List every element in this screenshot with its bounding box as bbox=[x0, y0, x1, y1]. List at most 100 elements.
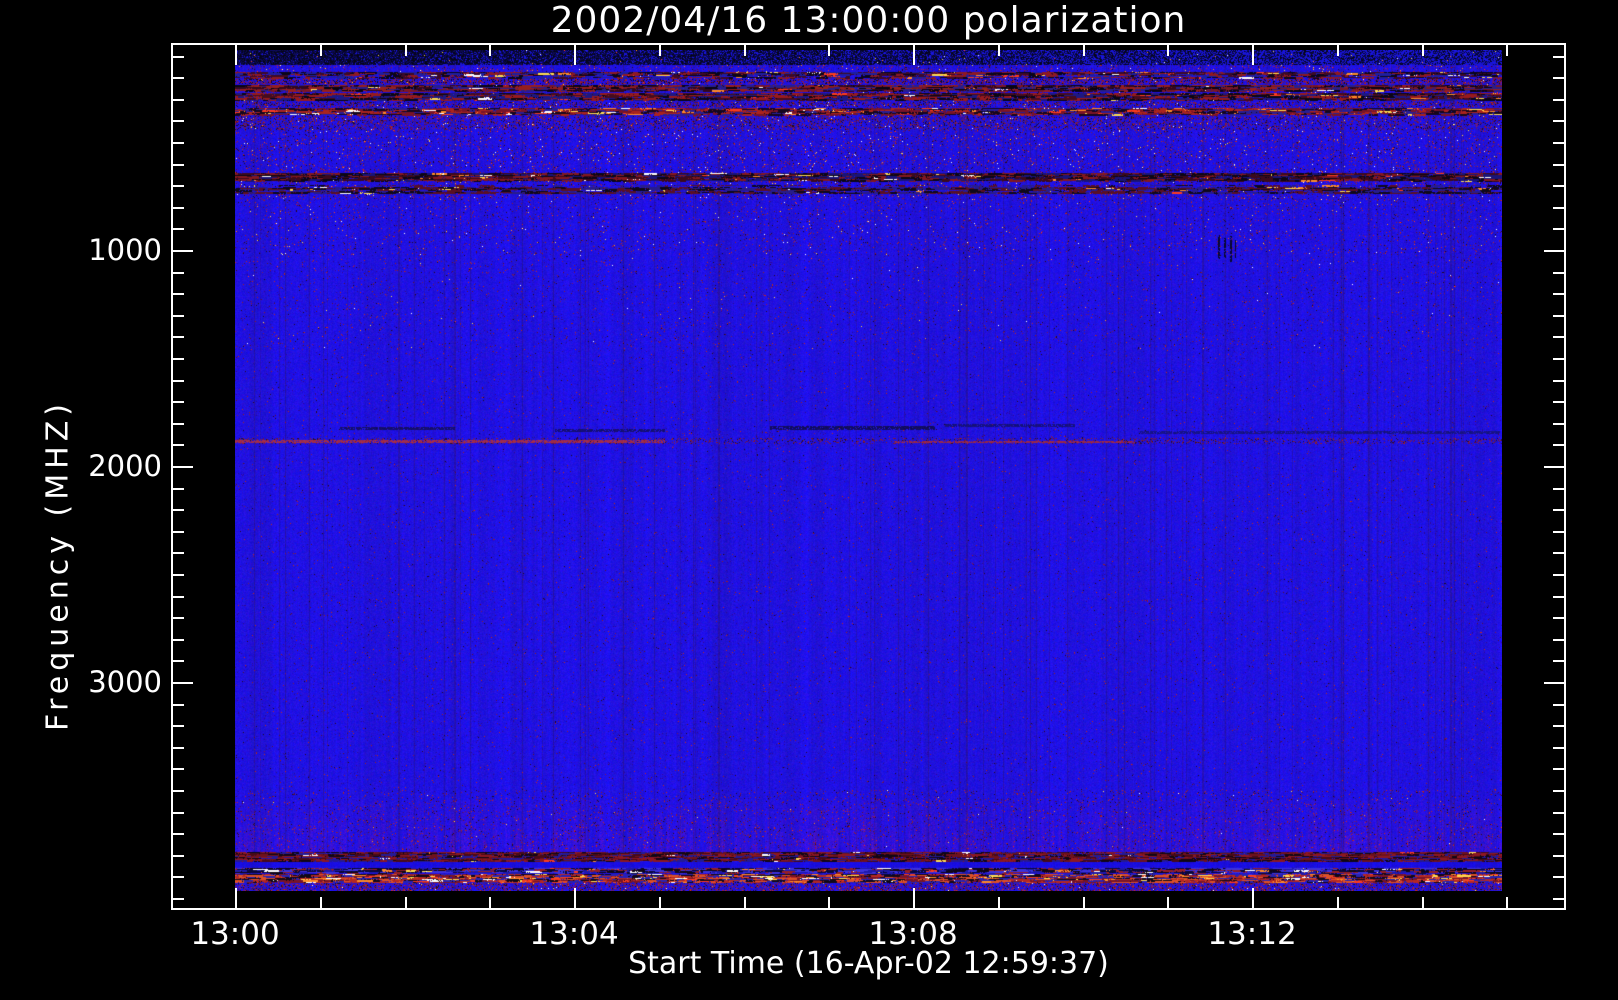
axis-tick bbox=[173, 206, 184, 209]
axis-tick bbox=[1167, 897, 1170, 908]
axis-tick bbox=[319, 897, 322, 908]
axis-tick bbox=[173, 487, 184, 490]
axis-tick bbox=[319, 45, 322, 56]
axis-tick bbox=[173, 617, 184, 620]
axis-tick bbox=[828, 897, 831, 908]
axis-tick bbox=[173, 401, 184, 404]
axis-tick bbox=[1553, 228, 1564, 231]
y-tick-label: 1000 bbox=[88, 233, 162, 267]
axis-tick bbox=[913, 888, 915, 908]
axis-tick bbox=[1553, 768, 1564, 771]
axis-tick bbox=[1506, 45, 1509, 56]
axis-tick bbox=[489, 897, 492, 908]
axis-tick bbox=[173, 790, 184, 792]
axis-tick bbox=[574, 888, 576, 908]
axis-tick bbox=[1553, 660, 1564, 663]
axis-tick bbox=[1553, 314, 1564, 317]
axis-tick bbox=[743, 897, 746, 908]
axis-tick bbox=[1553, 876, 1564, 879]
y-tick-label: 2000 bbox=[88, 449, 162, 483]
axis-tick bbox=[173, 55, 184, 58]
axis-tick bbox=[828, 45, 831, 56]
axis-tick bbox=[1553, 77, 1564, 80]
x-axis-title: Start Time (16-Apr-02 12:59:37) bbox=[628, 946, 1109, 981]
axis-tick bbox=[1553, 530, 1564, 533]
axis-tick bbox=[1544, 466, 1564, 468]
axis-tick bbox=[1553, 833, 1564, 836]
axis-tick bbox=[173, 703, 184, 706]
axis-tick bbox=[1553, 98, 1564, 101]
axis-tick bbox=[235, 45, 237, 65]
axis-tick bbox=[173, 595, 184, 598]
plot-frame bbox=[171, 43, 1566, 910]
axis-tick bbox=[173, 228, 184, 231]
axis-tick bbox=[1553, 703, 1564, 706]
axis-tick bbox=[1553, 725, 1564, 728]
axis-tick bbox=[404, 897, 407, 908]
axis-tick bbox=[1553, 336, 1564, 339]
axis-tick bbox=[173, 271, 184, 274]
axis-tick bbox=[1553, 401, 1564, 404]
axis-tick bbox=[173, 358, 184, 360]
axis-tick bbox=[173, 746, 184, 749]
axis-tick bbox=[173, 314, 184, 317]
axis-tick bbox=[173, 120, 184, 123]
axis-tick bbox=[1553, 790, 1564, 792]
axis-tick bbox=[235, 888, 237, 908]
axis-tick bbox=[1553, 552, 1564, 555]
axis-tick bbox=[173, 854, 184, 857]
axis-tick bbox=[1082, 897, 1085, 908]
axis-tick bbox=[173, 574, 184, 576]
axis-tick bbox=[1544, 682, 1564, 684]
axis-tick bbox=[1553, 185, 1564, 188]
axis-tick bbox=[173, 293, 184, 296]
axis-tick bbox=[489, 45, 492, 56]
axis-tick bbox=[173, 509, 184, 512]
axis-tick bbox=[1553, 509, 1564, 512]
axis-tick bbox=[1553, 746, 1564, 749]
axis-tick bbox=[997, 897, 1000, 908]
axis-tick bbox=[1553, 293, 1564, 296]
spectrogram-page: 2002/04/16 13:00:00 polarization Frequen… bbox=[0, 0, 1618, 1000]
axis-tick bbox=[1553, 617, 1564, 620]
axis-tick bbox=[173, 660, 184, 663]
axis-tick bbox=[404, 45, 407, 56]
axis-tick bbox=[173, 530, 184, 533]
axis-tick bbox=[173, 98, 184, 101]
axis-tick bbox=[1553, 379, 1564, 382]
axis-tick bbox=[1553, 444, 1564, 447]
axis-tick bbox=[574, 45, 576, 65]
axis-tick bbox=[173, 163, 184, 166]
axis-tick bbox=[173, 725, 184, 728]
axis-tick bbox=[1553, 422, 1564, 425]
axis-tick bbox=[1553, 811, 1564, 814]
axis-tick bbox=[1336, 897, 1339, 908]
axis-tick bbox=[997, 45, 1000, 56]
axis-tick bbox=[1167, 45, 1170, 56]
axis-tick bbox=[1252, 888, 1254, 908]
axis-tick bbox=[1336, 45, 1339, 56]
axis-tick bbox=[173, 422, 184, 425]
axis-tick bbox=[1553, 595, 1564, 598]
axis-tick bbox=[1553, 487, 1564, 490]
axis-tick bbox=[1553, 142, 1564, 144]
axis-tick bbox=[173, 185, 184, 188]
axis-tick bbox=[658, 45, 661, 56]
axis-tick bbox=[173, 833, 184, 836]
axis-tick bbox=[173, 379, 184, 382]
axis-tick bbox=[173, 444, 184, 447]
axis-tick bbox=[173, 876, 184, 879]
axis-tick bbox=[1553, 898, 1564, 900]
axis-tick bbox=[1553, 271, 1564, 274]
axis-tick bbox=[1553, 358, 1564, 360]
axis-tick bbox=[1553, 854, 1564, 857]
axis-tick bbox=[1553, 638, 1564, 641]
axis-tick bbox=[173, 898, 184, 900]
chart-title: 2002/04/16 13:00:00 polarization bbox=[550, 0, 1187, 41]
axis-tick bbox=[173, 250, 193, 252]
axis-tick bbox=[173, 638, 184, 641]
axis-tick bbox=[173, 682, 193, 684]
axis-tick bbox=[173, 552, 184, 555]
axis-tick bbox=[1252, 45, 1254, 65]
axis-tick bbox=[173, 466, 193, 468]
